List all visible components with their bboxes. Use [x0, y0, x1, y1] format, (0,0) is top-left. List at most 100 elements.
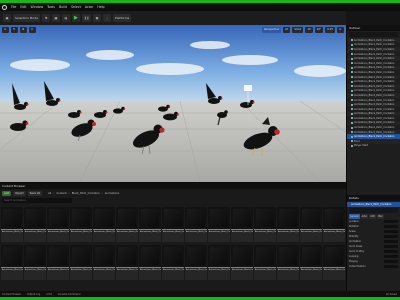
asset-tile[interactable]: Animations_Black_Palm_Cockatoo: [231, 245, 253, 280]
asset-tile[interactable]: Animations_Black_Palm_Cockatoo: [185, 245, 207, 280]
angle-snap-button[interactable]: 10°: [314, 26, 324, 33]
asset-tile[interactable]: Animations_Black_Palm_Cockatoo: [231, 207, 253, 242]
details-selected-actor[interactable]: Animations_Black_Palm_Cockatoo: [347, 202, 400, 207]
details-property-field[interactable]: [384, 229, 398, 233]
breadcrumb-content[interactable]: Content: [56, 192, 66, 195]
level-viewport[interactable]: ≡ ⇱ ✥ ⟳ Perspective Lit Show 10 10° 0.25…: [0, 25, 346, 182]
play-options-button[interactable]: ⋮: [102, 14, 111, 22]
details-property-field[interactable]: [384, 259, 398, 263]
scale-snap-button[interactable]: 0.25: [325, 26, 335, 33]
console-input[interactable]: Console Command: [58, 293, 81, 296]
breadcrumb-folder[interactable]: Black_Palm_Cockatoo: [72, 192, 100, 195]
asset-tile[interactable]: Animations_Black_Palm_Cockatoo: [1, 207, 23, 242]
import-button[interactable]: Import: [13, 190, 26, 196]
asset-tile[interactable]: Animations_Black_Palm_Cockatoo: [254, 245, 276, 280]
asset-tile[interactable]: Animations_Black_Palm_Cockatoo: [162, 207, 184, 242]
asset-tile[interactable]: Animations_Black_Palm_Cockatoo: [139, 207, 161, 242]
cinematics-button[interactable]: ▤: [61, 14, 70, 22]
asset-tile[interactable]: Animations_Black_Palm_Cockatoo: [277, 207, 299, 242]
viewport-toolbar: ≡ ⇱ ✥ ⟳ Perspective Lit Show 10 10° 0.25…: [0, 25, 346, 34]
cmd-button[interactable]: Cmd: [46, 293, 52, 296]
asset-tile[interactable]: Animations_Black_Palm_Cockatoo: [47, 245, 69, 280]
asset-tile[interactable]: Animations_Black_Palm_Cockatoo: [70, 207, 92, 242]
add-actor-button[interactable]: ✚: [41, 14, 50, 22]
show-button[interactable]: Show: [292, 26, 304, 33]
outliner-search-input[interactable]: [349, 32, 398, 37]
details-property-field[interactable]: [384, 264, 398, 268]
asset-tile[interactable]: Animations_Black_Palm_Cockatoo: [208, 245, 230, 280]
asset-label: Animations_Black_Palm_Cockatoo: [163, 230, 184, 233]
scale-snap-value: 0.25: [327, 28, 333, 31]
viewport-menu-button[interactable]: ≡: [2, 26, 9, 33]
details-tab[interactable]: Actor: [360, 213, 369, 219]
breadcrumb-all[interactable]: All: [48, 192, 51, 195]
content-drawer-button[interactable]: Content Drawer: [2, 293, 21, 296]
asset-tile[interactable]: Animations_Black_Palm_Cockatoo: [277, 245, 299, 280]
asset-tile[interactable]: Animations_Black_Palm_Cockatoo: [139, 245, 161, 280]
details-property-field[interactable]: [384, 249, 398, 253]
asset-tile[interactable]: Animations_Black_Palm_Cockatoo: [300, 245, 322, 280]
details-tab[interactable]: LOD: [369, 213, 376, 219]
outliner-row[interactable]: Player Start: [347, 144, 400, 149]
details-property-field[interactable]: [384, 219, 398, 223]
save-button[interactable]: ▣: [3, 14, 11, 22]
actor-icon: [351, 94, 353, 97]
details-property-field[interactable]: [384, 224, 398, 228]
actor-icon: [351, 57, 353, 60]
asset-tile[interactable]: Animations_Black_Palm_Cockatoo: [93, 245, 115, 280]
menu-tools[interactable]: Tools: [47, 5, 55, 9]
details-tab[interactable]: Misc: [376, 213, 384, 219]
outliner-row-label: Animations_Black_Palm_Cockatoo: [354, 112, 395, 116]
details-property-field[interactable]: [384, 244, 398, 248]
play-button[interactable]: ▶: [71, 14, 80, 22]
details-property-field[interactable]: [384, 234, 398, 238]
asset-tile[interactable]: Animations_Black_Palm_Cockatoo: [1, 245, 23, 280]
menu-help[interactable]: Help: [97, 5, 104, 9]
save-all-button[interactable]: Save All: [27, 190, 43, 196]
mode-selector-button[interactable]: Selection Mode: [13, 14, 40, 22]
asset-tile[interactable]: Animations_Black_Palm_Cockatoo: [300, 207, 322, 242]
pause-button[interactable]: ❚❚: [81, 14, 91, 22]
asset-tile[interactable]: Animations_Black_Palm_Cockatoo: [116, 245, 138, 280]
asset-search-input[interactable]: Search Animations: [2, 198, 72, 203]
menu-select[interactable]: Select: [71, 5, 81, 9]
perspective-button[interactable]: Perspective: [262, 26, 282, 33]
asset-tile[interactable]: Animations_Black_Palm_Cockatoo: [47, 207, 69, 242]
asset-tile[interactable]: Animations_Black_Palm_Cockatoo: [162, 245, 184, 280]
asset-label: Animations_Black_Palm_Cockatoo: [48, 230, 69, 233]
menu-build[interactable]: Build: [59, 5, 67, 9]
details-tab[interactable]: General: [349, 213, 360, 219]
output-log-button[interactable]: Output Log: [27, 293, 40, 296]
details-search-input[interactable]: [349, 207, 398, 213]
transform-move-button[interactable]: ✥: [20, 26, 27, 33]
add-button[interactable]: Add: [2, 190, 12, 196]
camera-speed-button[interactable]: 4: [337, 26, 344, 33]
asset-tile[interactable]: Animations_Black_Palm_Cockatoo: [185, 207, 207, 242]
menu-edit[interactable]: Edit: [20, 5, 26, 9]
asset-tile[interactable]: Animations_Black_Palm_Cockatoo: [254, 207, 276, 242]
asset-search-placeholder: Search Animations: [4, 199, 27, 202]
stop-button[interactable]: ■: [92, 14, 101, 22]
asset-tile[interactable]: Animations_Black_Palm_Cockatoo: [323, 207, 345, 242]
menu-actor[interactable]: Actor: [85, 5, 93, 9]
menu-window[interactable]: Window: [31, 5, 44, 9]
asset-tile[interactable]: Animations_Black_Palm_Cockatoo: [24, 245, 46, 280]
transform-select-button[interactable]: ⇱: [11, 26, 18, 33]
details-property-field[interactable]: [384, 254, 398, 258]
menu-file[interactable]: File: [11, 5, 16, 9]
grid-snap-button[interactable]: 10: [305, 26, 313, 33]
viewport-scene[interactable]: [0, 25, 346, 182]
asset-tile[interactable]: Animations_Black_Palm_Cockatoo: [93, 207, 115, 242]
transform-rotate-button[interactable]: ⟳: [29, 26, 36, 33]
breadcrumb-animations[interactable]: Animations: [105, 192, 120, 195]
blueprint-button[interactable]: ▦: [51, 14, 60, 22]
details-property-field[interactable]: [384, 239, 398, 243]
asset-tile[interactable]: Animations_Black_Palm_Cockatoo: [116, 207, 138, 242]
asset-label: Animations_Black_Palm_Cockatoo: [48, 268, 69, 271]
asset-tile[interactable]: Animations_Black_Palm_Cockatoo: [24, 207, 46, 242]
lit-button[interactable]: Lit: [283, 26, 291, 33]
asset-tile[interactable]: Animations_Black_Palm_Cockatoo: [323, 245, 345, 280]
platforms-button[interactable]: Platforms: [112, 14, 132, 22]
asset-tile[interactable]: Animations_Black_Palm_Cockatoo: [70, 245, 92, 280]
asset-tile[interactable]: Animations_Black_Palm_Cockatoo: [208, 207, 230, 242]
